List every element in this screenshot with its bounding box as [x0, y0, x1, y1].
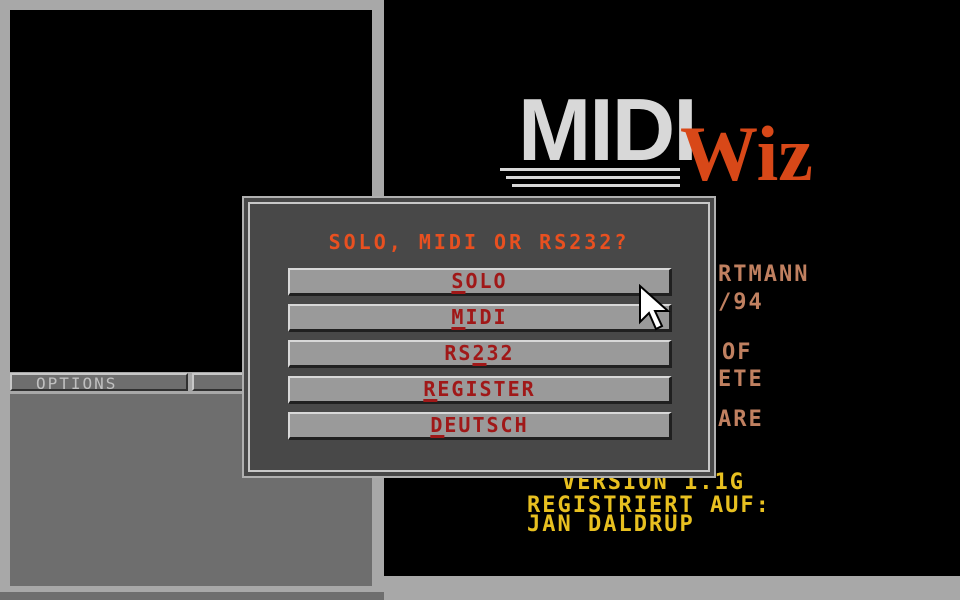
solo-button-label-post: OLO: [465, 269, 508, 293]
solo-button-hotkey: S: [451, 269, 466, 293]
dialog-title: SOLO, MIDI OR RS232?: [328, 230, 630, 254]
logo-stripe: [506, 176, 680, 179]
solo-button[interactable]: SOLO: [288, 268, 672, 296]
register-button-hotkey: R: [423, 377, 438, 401]
deutsch-button[interactable]: DEUTSCH: [288, 412, 672, 440]
logo-midi-text: MIDI: [518, 80, 698, 179]
options-tab[interactable]: OPTIONS: [10, 373, 188, 393]
credit-line-2: /94: [718, 290, 764, 315]
midi-button-hotkey: M: [451, 305, 466, 329]
deutsch-button-hotkey: D: [430, 413, 445, 437]
midiwiz-logo: MIDI Wiz: [500, 80, 840, 200]
midi-button[interactable]: MIDI: [288, 304, 672, 332]
rs232-button[interactable]: RS232: [288, 340, 672, 368]
arrow-pointer-icon: [639, 284, 671, 331]
rs232-button-hotkey: 2: [472, 341, 487, 365]
midi-button-label-post: IDI: [465, 305, 508, 329]
credit-line-5: ARE: [718, 407, 764, 432]
credit-line-4: ETE: [718, 367, 764, 392]
logo-wiz-text: Wiz: [680, 110, 813, 197]
credit-line-1: RTMANN: [718, 262, 810, 287]
registered-name: JAN DALDRUP: [527, 512, 695, 537]
rs232-button-label-pre: RS: [444, 341, 473, 365]
left-panel-bottom-edge: [0, 592, 384, 600]
register-button[interactable]: REGISTER: [288, 376, 672, 404]
mode-select-dialog: SOLO, MIDI OR RS232? SOLO MIDI RS232 REG…: [242, 196, 716, 478]
logo-stripe: [512, 184, 680, 187]
rs232-button-label-post: 32: [486, 341, 515, 365]
bottom-bar: [384, 576, 960, 600]
deutsch-button-label-post: EUTSCH: [444, 413, 529, 437]
credit-line-3: OF: [722, 340, 753, 365]
register-button-label-post: EGISTER: [437, 377, 536, 401]
logo-stripe: [500, 168, 680, 171]
